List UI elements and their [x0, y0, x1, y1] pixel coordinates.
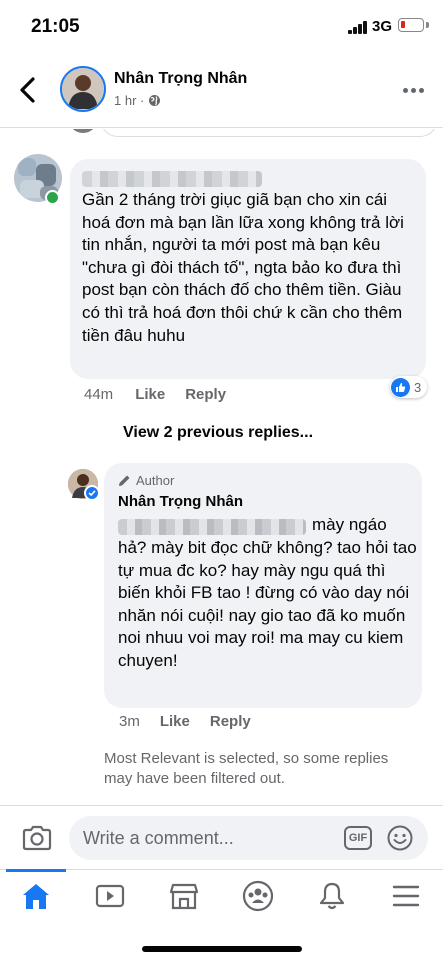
- filter-notice: Most Relevant is selected, so some repli…: [104, 750, 389, 787]
- reply-text: hả? mày bit đọc chữ không? tao hỏi tao t…: [118, 538, 417, 670]
- author-avatar[interactable]: [60, 66, 106, 112]
- comment-input-placeholder: Write a comment...: [83, 828, 234, 848]
- author-name[interactable]: Nhân Trọng Nhân: [114, 70, 247, 88]
- commenter-name-blurred[interactable]: [82, 171, 262, 187]
- reply-text-start: mày ngáo: [312, 515, 387, 534]
- author-check-icon: [84, 485, 100, 501]
- post-header: Nhân Trọng Nhân 1 hr ·: [0, 52, 443, 128]
- comment-input[interactable]: Write a comment... GIF: [69, 816, 428, 860]
- globe-icon: [149, 95, 161, 106]
- previous-comment-bubble: [100, 129, 438, 137]
- reply-like-button[interactable]: Like: [160, 713, 190, 730]
- post-meta: 1 hr ·: [114, 93, 161, 108]
- camera-icon[interactable]: [22, 825, 52, 851]
- previous-comment-avatar: [68, 129, 98, 133]
- watch-icon[interactable]: [92, 880, 128, 912]
- reply-reply-button[interactable]: Reply: [210, 713, 251, 730]
- comment-bubble[interactable]: Gần 2 tháng trời giục giã bạn cho xin cá…: [70, 159, 426, 379]
- reply-button[interactable]: Reply: [185, 386, 226, 403]
- reply-author-name[interactable]: Nhân Trọng Nhân: [118, 493, 243, 510]
- online-status-dot: [45, 190, 60, 205]
- marketplace-icon[interactable]: [166, 880, 202, 912]
- back-arrow-icon[interactable]: [16, 76, 40, 104]
- more-options-icon[interactable]: [403, 88, 425, 94]
- menu-icon[interactable]: [388, 880, 424, 912]
- like-reaction-icon: [391, 377, 410, 397]
- comment-composer: Write a comment... GIF: [0, 805, 443, 869]
- pencil-icon: [119, 475, 130, 486]
- battery-icon: [398, 18, 424, 32]
- home-icon[interactable]: [18, 880, 54, 912]
- network-type: 3G: [372, 18, 393, 35]
- status-bar: 21:05 3G: [0, 0, 443, 52]
- post-time: 1 hr ·: [114, 93, 145, 108]
- like-button[interactable]: Like: [135, 386, 165, 403]
- comment-actions: 44m Like Reply: [84, 386, 226, 403]
- comment-time: 44m: [84, 386, 114, 403]
- notifications-icon[interactable]: [314, 880, 350, 912]
- battery-tip: [426, 22, 429, 28]
- reply-actions: 3m Like Reply: [119, 713, 251, 730]
- reply-time: 3m: [119, 713, 140, 730]
- comment-text: Gần 2 tháng trời giục giã bạn cho xin cá…: [82, 190, 404, 345]
- view-previous-replies[interactable]: View 2 previous replies...: [123, 424, 313, 442]
- reaction-summary[interactable]: 3: [390, 376, 428, 398]
- gif-button[interactable]: GIF: [344, 826, 372, 850]
- active-tab-indicator: [6, 869, 66, 872]
- author-badge: Author: [118, 473, 174, 488]
- comments-area: Gần 2 tháng trời giục giã bạn cho xin cá…: [0, 129, 443, 805]
- mention-blurred[interactable]: [118, 519, 306, 535]
- home-indicator: [142, 946, 302, 952]
- author-badge-label: Author: [136, 473, 175, 488]
- groups-icon[interactable]: [240, 880, 276, 912]
- reply-bubble[interactable]: Author Nhân Trọng Nhân mày ngáo hả? mày …: [104, 463, 422, 708]
- emoji-icon[interactable]: [387, 825, 413, 851]
- signal-icon: [348, 21, 368, 34]
- status-time: 21:05: [31, 16, 80, 37]
- reaction-count: 3: [414, 379, 422, 395]
- bottom-tab-bar: [0, 869, 443, 960]
